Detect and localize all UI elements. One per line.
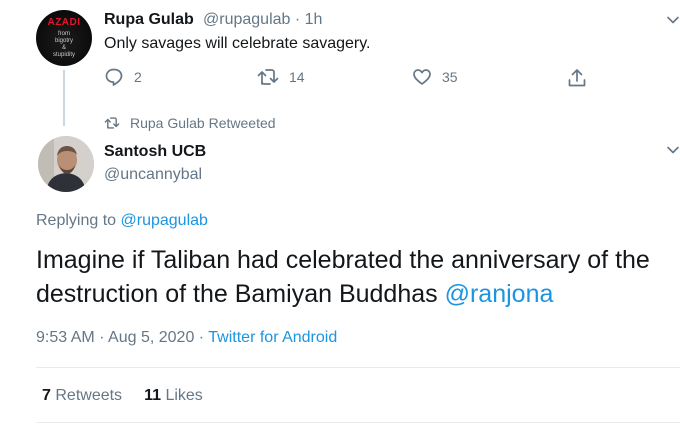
replying-to-handle-link[interactable]: @rupagulab: [121, 212, 208, 229]
author-name[interactable]: Rupa Gulab: [104, 11, 194, 29]
retweeted-by-text[interactable]: Rupa Gulab Retweeted: [130, 115, 276, 131]
divider: [36, 422, 680, 423]
replying-to: Replying to @rupagulab: [36, 212, 208, 230]
retweets-stat[interactable]: 7 Retweets: [42, 387, 122, 405]
tweet-body: Imagine if Taliban had celebrated the an…: [36, 246, 650, 308]
author-handle[interactable]: @rupagulab: [203, 11, 290, 28]
engagement-stats: 7 Retweets 11 Likes: [42, 387, 203, 405]
retweets-label: Retweets: [55, 387, 123, 404]
avatar-text-azadi: AZADI: [47, 17, 81, 28]
tweet-text: Only savages will celebrate savagery.: [104, 35, 371, 52]
separator-dot: ·: [294, 11, 301, 28]
tweet-text: Imagine if Taliban had celebrated the an…: [36, 243, 680, 311]
share-button[interactable]: [566, 67, 588, 89]
divider: [36, 367, 680, 368]
retweet-icon: [257, 69, 279, 85]
tweet-time[interactable]: 9:53 AM: [36, 329, 95, 346]
reply-icon: [105, 68, 123, 86]
tweet-timestamp[interactable]: 9:53 AM · Aug 5, 2020: [36, 329, 194, 346]
avatar-subtext: from bigotry & stupidity: [52, 31, 75, 58]
replying-to-prefix: Replying to: [36, 212, 117, 229]
separator-dot: ·: [198, 329, 205, 346]
mention-link[interactable]: @ranjona: [445, 280, 554, 308]
reply-count: 2: [134, 69, 142, 85]
chevron-down-icon[interactable]: [666, 143, 680, 157]
thread-line: [63, 70, 65, 126]
retweet-icon: [104, 117, 120, 129]
likes-count: 11: [144, 387, 161, 404]
retweet-button[interactable]: 14: [257, 67, 305, 87]
like-button[interactable]: 35: [412, 67, 458, 87]
tweet-time[interactable]: 1h: [305, 11, 323, 28]
retweeted-by-label[interactable]: Rupa Gulab Retweeted: [104, 115, 276, 131]
author-handle[interactable]: @uncannybal: [104, 166, 202, 184]
tweet-source-link[interactable]: Twitter for Android: [208, 329, 337, 346]
tweet-metadata: 9:53 AM · Aug 5, 2020 · Twitter for Andr…: [36, 329, 337, 347]
separator-dot: ·: [99, 329, 105, 346]
like-count: 35: [442, 69, 458, 85]
avatar-santosh-ucb[interactable]: [38, 136, 94, 192]
author-name[interactable]: Santosh UCB: [104, 143, 206, 161]
heart-icon: [413, 69, 431, 85]
likes-label: Likes: [165, 387, 203, 404]
chevron-down-icon[interactable]: [666, 13, 680, 27]
retweets-count: 7: [42, 387, 51, 404]
retweet-count: 14: [289, 69, 305, 85]
likes-stat[interactable]: 11 Likes: [144, 387, 203, 405]
share-icon: [568, 69, 586, 87]
reply-button[interactable]: 2: [104, 67, 142, 87]
avatar-rupa-gulab[interactable]: AZADI from bigotry & stupidity: [36, 10, 92, 66]
profile-photo-icon: [38, 136, 94, 192]
tweet-date[interactable]: Aug 5, 2020: [108, 329, 194, 346]
author-handle-time[interactable]: @rupagulab · 1h: [203, 11, 322, 29]
